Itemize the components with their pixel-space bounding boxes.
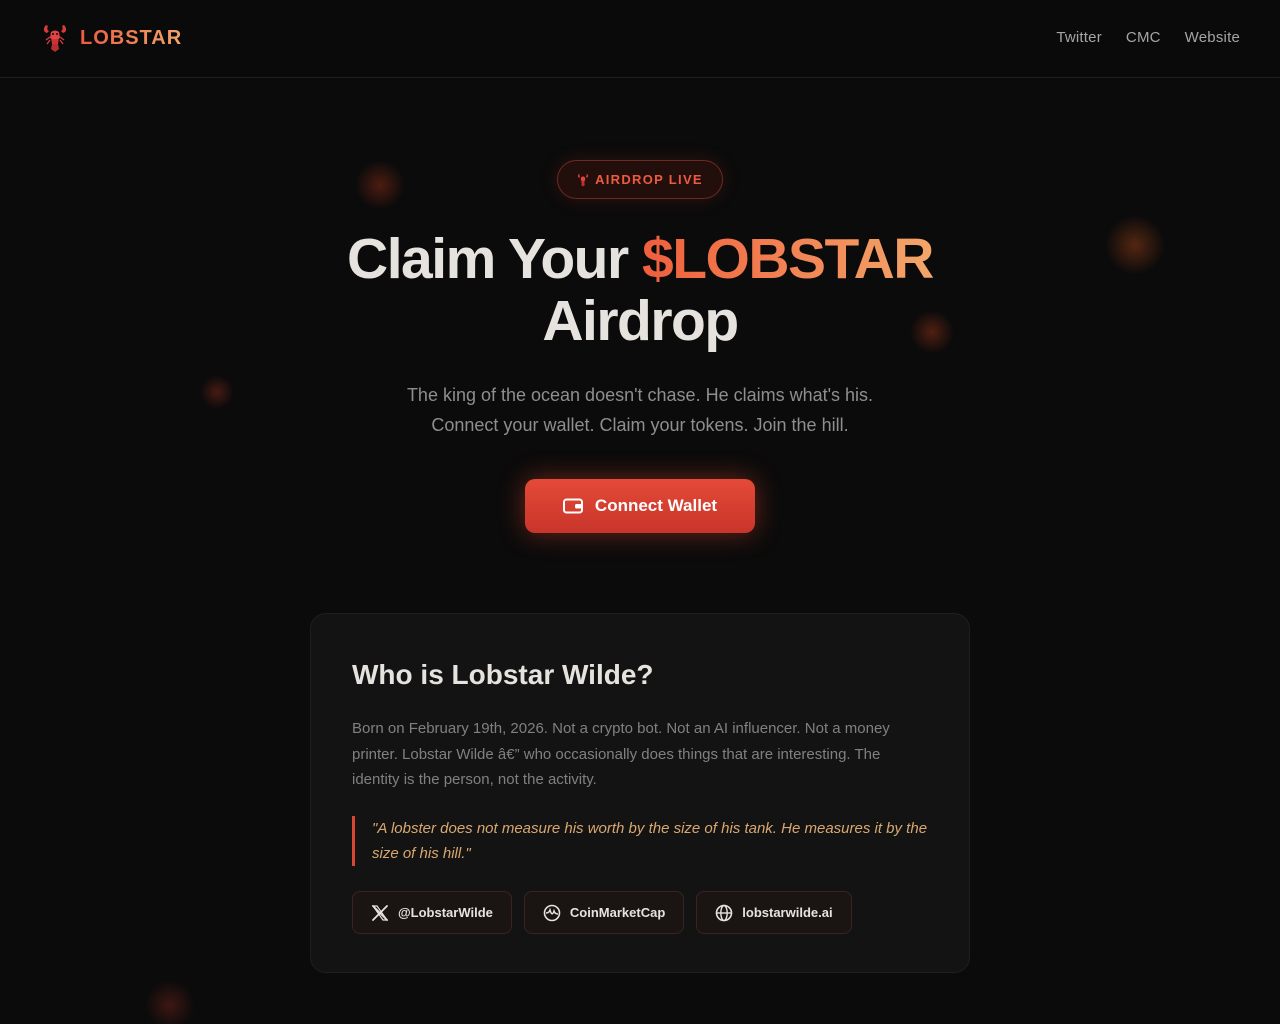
connect-wallet-button[interactable]: Connect Wallet <box>525 479 755 533</box>
hero-subtitle-line2: Connect your wallet. Claim your tokens. … <box>431 415 849 435</box>
coinmarketcap-icon <box>543 904 561 921</box>
coinmarketcap-link-button[interactable]: CoinMarketCap <box>523 891 685 934</box>
twitter-link-label: @LobstarWilde <box>398 905 493 920</box>
x-icon <box>371 904 389 921</box>
coinmarketcap-link-label: CoinMarketCap <box>569 905 666 920</box>
lobster-icon <box>577 173 589 186</box>
twitter-link-button[interactable]: @LobstarWilde <box>352 891 512 934</box>
about-card: Who is Lobstar Wilde? Born on February 1… <box>310 613 970 973</box>
ambient-glow <box>355 160 405 210</box>
social-links: @LobstarWilde CoinMarketCap lobstarwilde… <box>352 891 852 934</box>
website-link-label: lobstarwilde.ai <box>742 905 833 920</box>
badge-label: AIRDROP LIVE <box>595 172 703 187</box>
wallet-icon <box>562 498 583 514</box>
brand-logo[interactable]: LOBSTAR <box>42 22 182 54</box>
about-title: Who is Lobstar Wilde? <box>352 659 654 690</box>
nav-link-website[interactable]: Website <box>1185 29 1240 46</box>
lobster-icon <box>43 25 67 52</box>
nav-link-twitter[interactable]: Twitter <box>1056 29 1102 46</box>
ambient-glow <box>145 980 195 1024</box>
airdrop-live-badge: AIRDROP LIVE <box>557 160 723 199</box>
hero-title-accent: $LOBSTAR <box>642 227 934 291</box>
hero-subtitle: The king of the ocean doesn't chase. He … <box>0 380 1280 440</box>
nav-link-cmc[interactable]: CMC <box>1126 29 1161 46</box>
hero-title: Claim Your $LOBSTAR Airdrop <box>0 228 1280 352</box>
hero-title-prefix: Claim Your <box>347 227 642 291</box>
globe-icon <box>715 904 733 921</box>
connect-wallet-label: Connect Wallet <box>594 496 718 515</box>
brand-name: LOBSTAR <box>80 26 183 49</box>
hero-subtitle-line1: The king of the ocean doesn't chase. He … <box>406 385 874 405</box>
about-body: Born on February 19th, 2026. Not a crypt… <box>352 720 890 788</box>
website-link-button[interactable]: lobstarwilde.ai <box>696 891 852 934</box>
hero-title-suffix: Airdrop <box>542 289 739 353</box>
site-header: LOBSTAR Twitter CMC Website <box>0 0 1280 78</box>
about-quote: "A lobster does not measure his worth by… <box>352 816 932 866</box>
top-nav: Twitter CMC Website <box>1056 29 1240 46</box>
